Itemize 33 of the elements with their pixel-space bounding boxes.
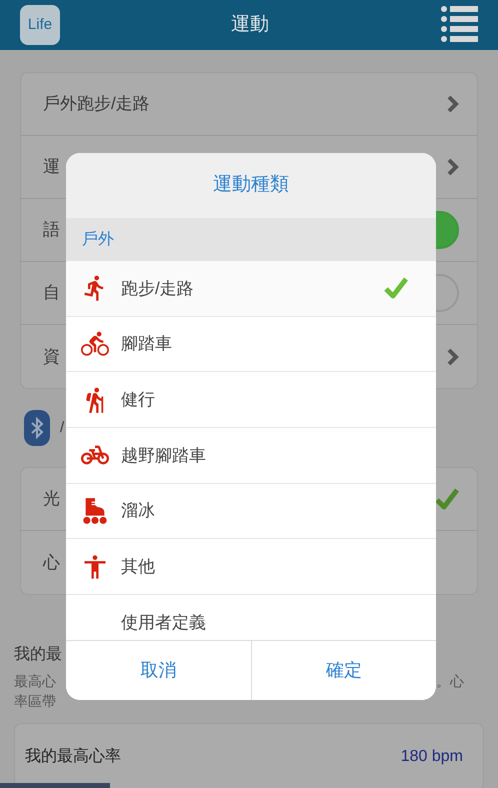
cyclist-icon [81, 330, 109, 358]
cancel-button[interactable]: 取消 [66, 641, 252, 700]
sport-label: 腳踏車 [121, 333, 173, 356]
max-heart-rate-label: 我的最高心率 [25, 746, 121, 767]
sport-label: 健行 [121, 388, 156, 411]
setting-label: 自 [43, 282, 60, 304]
sport-label: 越野腳踏車 [121, 444, 207, 467]
description-text: 最高心 [14, 672, 56, 691]
setting-label: 語 [43, 219, 60, 242]
sport-label: 使用者定義 [121, 612, 207, 634]
sport-label: 溜冰 [121, 500, 156, 522]
dialog-title: 運動種類 [213, 173, 289, 198]
bluetooth-icon [24, 410, 50, 446]
max-heart-rate-value: 180 bpm [400, 747, 463, 767]
setting-label: 資 [43, 346, 60, 368]
section-label: / [60, 418, 64, 438]
setting-label: 運 [43, 156, 60, 178]
setting-label: 戶外跑步/走路 [43, 93, 150, 116]
sport-label: 其他 [121, 556, 156, 578]
sport-label: 跑步/走路 [121, 278, 195, 300]
sport-option[interactable]: 跑步/走路 [66, 261, 436, 317]
skater-icon [81, 497, 109, 526]
description-text: 率區帶 [14, 692, 56, 711]
chevron-right-icon [447, 158, 459, 176]
section-heading: 我的最 [14, 646, 62, 663]
setting-label: 光 [43, 488, 60, 510]
menu-icon[interactable] [440, 5, 478, 45]
chevron-right-icon [447, 348, 459, 366]
page-title: 運動 [231, 12, 269, 37]
section-header: 戶外 [66, 218, 436, 261]
description-text: 。心 [436, 672, 465, 691]
setting-label: 心 [43, 552, 60, 574]
chevron-right-icon [447, 95, 459, 113]
